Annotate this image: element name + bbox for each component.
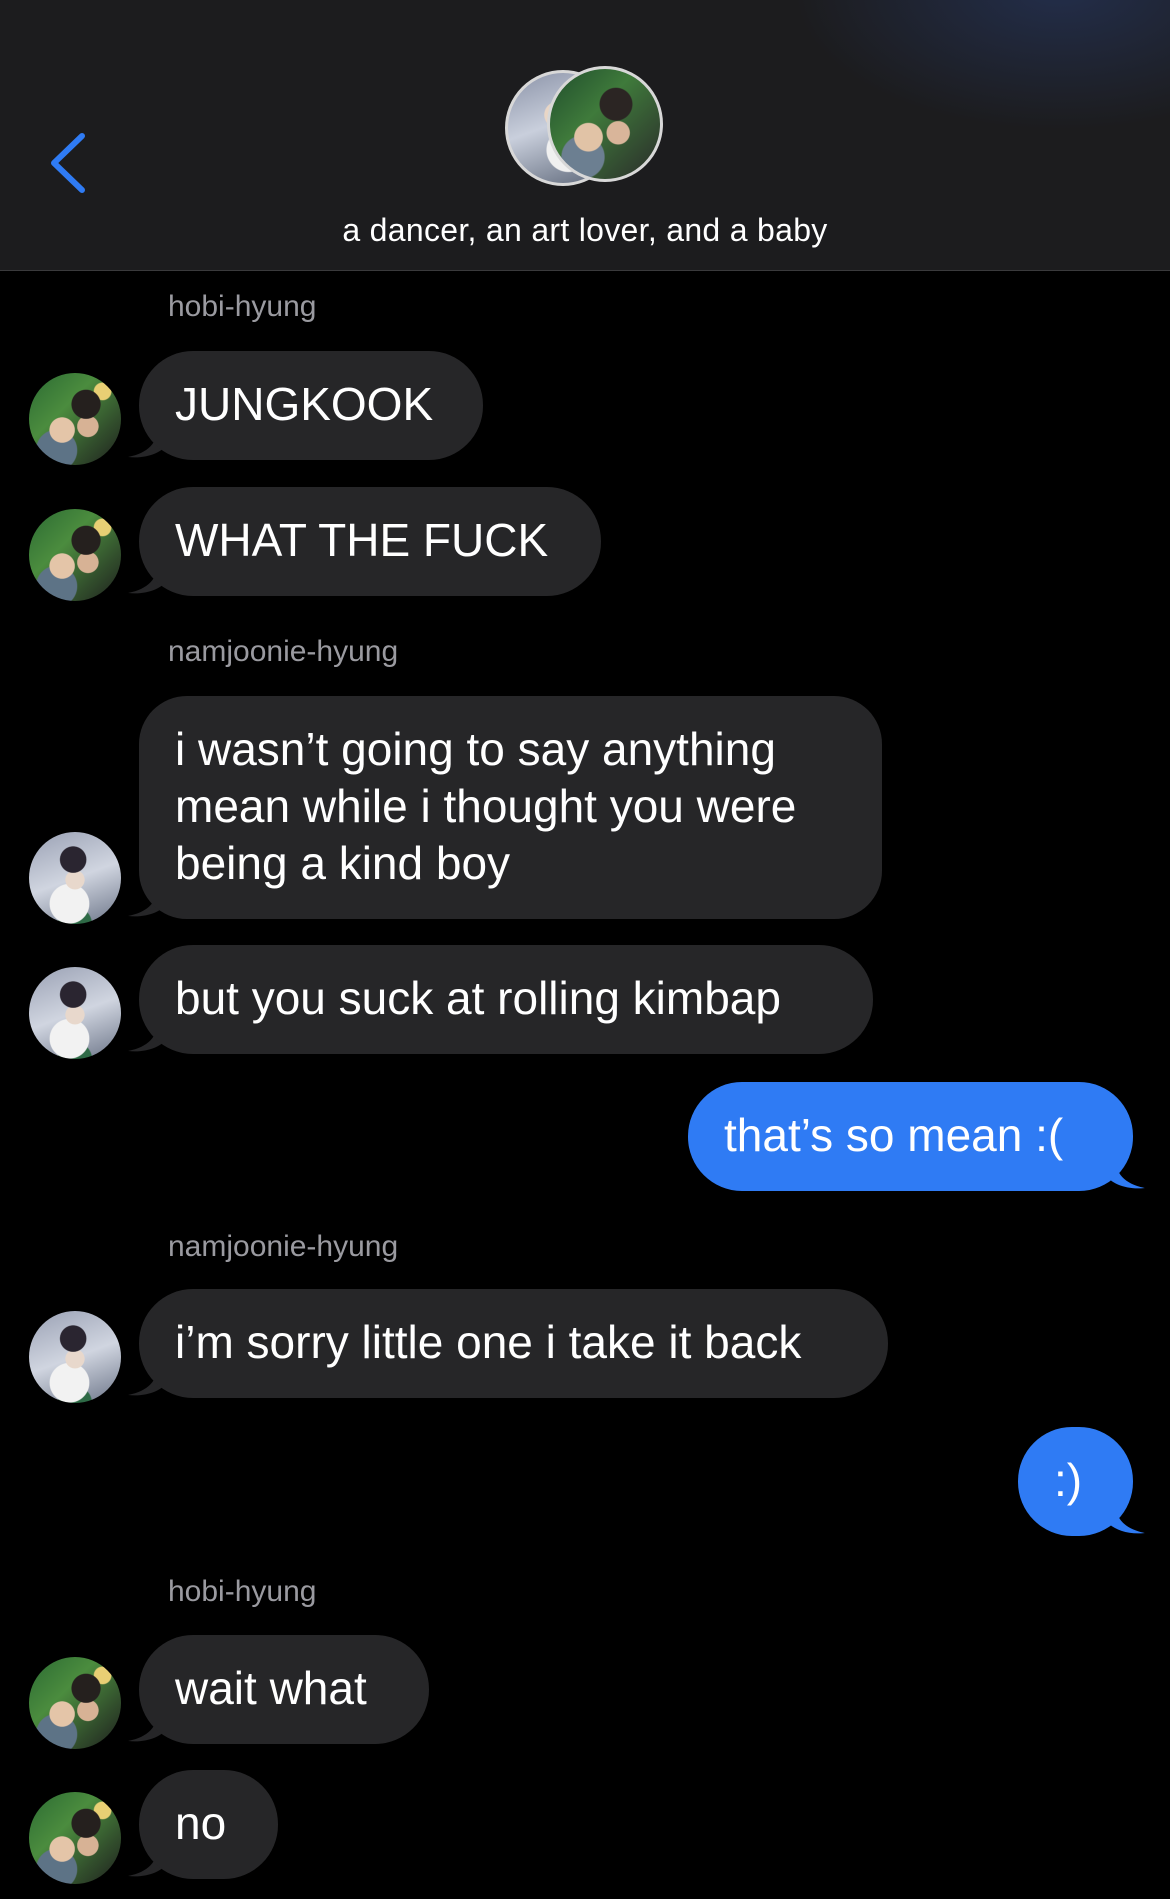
- message-bubble[interactable]: no: [139, 1770, 278, 1879]
- message-text: JUNGKOOK: [175, 378, 434, 430]
- message-text: that’s so mean :(: [724, 1109, 1064, 1161]
- message-text: no: [175, 1797, 227, 1849]
- message-text: WHAT THE FUCK: [175, 514, 549, 566]
- sender-avatar[interactable]: [29, 509, 121, 601]
- message-text: :): [1054, 1454, 1083, 1506]
- message-bubble[interactable]: :): [1018, 1427, 1133, 1536]
- message-text-line: being a kind boy: [175, 837, 511, 889]
- message-text: i’m sorry little one i take it back: [175, 1316, 802, 1368]
- message-bubble[interactable]: wait what: [139, 1635, 429, 1744]
- sender-label: hobi-hyung: [168, 290, 317, 323]
- sender-avatar[interactable]: [29, 832, 121, 924]
- chevron-left-icon[interactable]: [44, 128, 94, 198]
- group-avatar[interactable]: [503, 64, 663, 194]
- message-bubble[interactable]: but you suck at rolling kimbap: [139, 945, 873, 1054]
- sender-avatar[interactable]: [29, 1792, 121, 1884]
- message-bubble[interactable]: i wasn’t going to say anything mean whil…: [139, 696, 882, 919]
- sender-label: hobi-hyung: [168, 1575, 317, 1608]
- sender-avatar[interactable]: [29, 373, 121, 465]
- message-bubble[interactable]: that’s so mean :(: [688, 1082, 1133, 1191]
- message-text: wait what: [175, 1662, 367, 1714]
- sender-avatar[interactable]: [29, 967, 121, 1059]
- sender-avatar[interactable]: [29, 1311, 121, 1403]
- group-title[interactable]: a dancer, an art lover, and a baby: [0, 212, 1170, 249]
- message-text: but you suck at rolling kimbap: [175, 972, 781, 1024]
- message-bubble[interactable]: JUNGKOOK: [139, 351, 483, 460]
- sender-label: namjoonie-hyung: [168, 1230, 399, 1263]
- message-bubble[interactable]: i’m sorry little one i take it back: [139, 1289, 888, 1398]
- conversation-header: a dancer, an art lover, and a baby: [0, 0, 1170, 271]
- message-text-line: mean while i thought you were: [175, 780, 797, 832]
- sender-avatar[interactable]: [29, 1657, 121, 1749]
- group-member-photo: [547, 66, 663, 182]
- message-text-line: i wasn’t going to say anything: [175, 723, 776, 775]
- message-bubble[interactable]: WHAT THE FUCK: [139, 487, 601, 596]
- sender-label: namjoonie-hyung: [168, 635, 399, 668]
